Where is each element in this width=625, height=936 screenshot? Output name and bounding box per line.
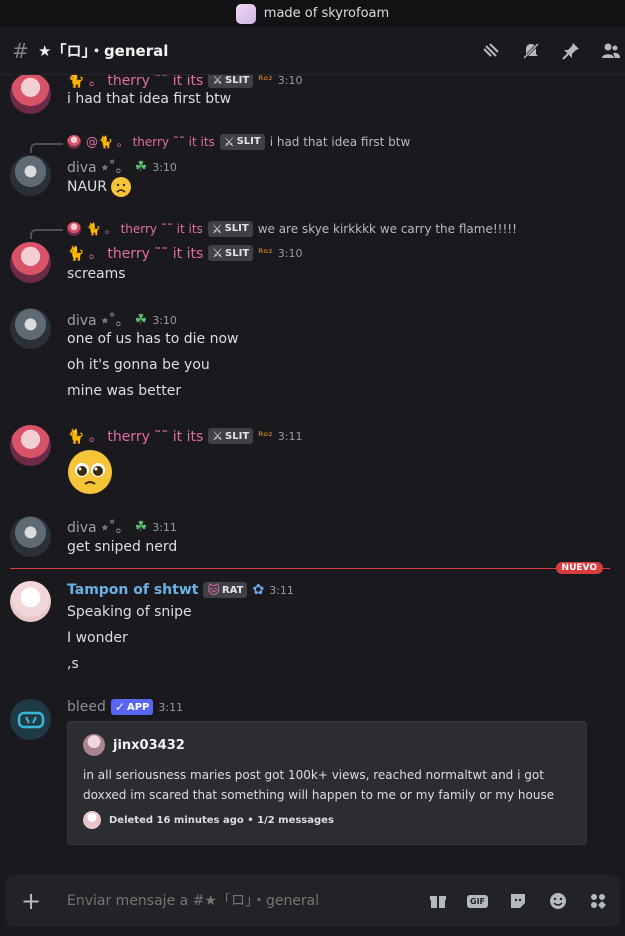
user-avatar[interactable] — [10, 308, 51, 349]
reply-connector — [30, 229, 63, 239]
gif-icon[interactable]: GIF — [467, 891, 489, 912]
app-tag: ✓ APP — [110, 699, 154, 715]
username[interactable]: bleed — [67, 699, 106, 715]
new-messages-label: NUEVO — [555, 562, 603, 574]
reply-avatar — [67, 221, 81, 236]
message-text: I wonder — [67, 630, 128, 646]
message-text: i had that idea first btw — [67, 91, 232, 107]
user-avatar[interactable] — [10, 699, 51, 740]
username[interactable]: Tampon of shtwt — [67, 582, 198, 598]
reply-preview[interactable]: @🐈 。 therry ˜˜ it its ⚔ SLIT i had that i… — [67, 133, 410, 150]
user-avatar[interactable] — [10, 155, 51, 196]
frowning-emoji-icon — [111, 177, 132, 197]
pin-icon[interactable] — [561, 41, 581, 61]
server-icon — [235, 3, 256, 24]
emoji-icon[interactable] — [547, 891, 568, 912]
username[interactable]: 🐈 。 therry ˜˜ it its — [67, 243, 203, 263]
channel-header: # ★「ロ」・general — [0, 27, 625, 75]
message-text: one of us has to die now — [67, 331, 239, 347]
timestamp: 3:10 — [277, 246, 303, 260]
pleading-face-emoji-icon — [67, 449, 113, 499]
role-tag: ⚔ SLIT — [208, 75, 254, 88]
window-titlebar: made of skyrofoam — [0, 0, 625, 27]
add-attachment-button[interactable]: + — [11, 887, 51, 915]
message-list[interactable]: 🐈 。 therry ˜˜ it its ⚔ SLIT ᴿᵒᶻ 3:10 i ha… — [0, 75, 625, 872]
timestamp: 3:10 — [277, 75, 303, 87]
reply-connector — [30, 143, 63, 153]
username-suffix: ᴿᵒᶻ — [258, 246, 273, 260]
role-tag: 🐱 RAT — [203, 582, 248, 598]
message-text: NAUR — [67, 179, 108, 195]
timestamp: 3:11 — [158, 700, 184, 714]
username[interactable]: diva ⭒˚。 — [67, 517, 130, 537]
timestamp: 3:10 — [152, 313, 177, 327]
message-embed: jinx03432 in all seriousness maries post… — [67, 721, 587, 845]
role-tag: ⚔ SLIT — [208, 245, 254, 261]
reply-mention: 🐈 。 therry ˜˜ it its — [86, 222, 203, 236]
reply-avatar — [67, 134, 81, 149]
username[interactable]: 🐈 。 therry ˜˜ it its — [67, 426, 203, 446]
role-tag: ⚔ SLIT — [208, 428, 254, 444]
apps-icon[interactable] — [587, 891, 608, 912]
user-avatar[interactable] — [10, 516, 51, 557]
text-channel-icon: # — [12, 38, 29, 63]
clover-badge-icon: ☘ — [134, 312, 148, 328]
message-text: oh it's gonna be you — [67, 357, 210, 373]
username[interactable]: diva ⭒˚。 — [67, 157, 130, 177]
reply-mention: @🐈 。 therry ˜˜ it its — [86, 135, 215, 149]
mute-icon[interactable] — [521, 41, 541, 61]
embed-description: in all seriousness maries post got 100k+… — [83, 768, 555, 802]
sticker-icon[interactable] — [507, 891, 528, 912]
username-suffix: ᴿᵒᶻ — [258, 429, 273, 443]
timestamp: 3:11 — [152, 520, 177, 534]
gift-icon[interactable] — [427, 891, 448, 912]
clover-badge-icon: ☘ — [134, 519, 148, 535]
username[interactable]: diva ⭒˚。 — [67, 310, 130, 330]
embed-author-avatar — [83, 734, 105, 756]
new-messages-divider — [10, 568, 610, 569]
channel-title: ★「ロ」・general — [38, 42, 169, 60]
user-avatar[interactable] — [10, 75, 51, 114]
timestamp: 3:11 — [269, 583, 294, 597]
reply-text: we are skye kirkkkk we carry the flame!!… — [257, 221, 517, 236]
message-text: get sniped nerd — [67, 539, 178, 555]
embed-author-name[interactable]: jinx03432 — [113, 738, 185, 753]
reply-text: i had that idea first btw — [269, 134, 411, 149]
flower-badge-icon: ✿ — [252, 582, 265, 598]
user-avatar[interactable] — [10, 242, 51, 283]
server-name: made of skyrofoam — [263, 6, 390, 21]
threads-icon[interactable] — [481, 41, 501, 61]
username[interactable]: 🐈 。 therry ˜˜ it its — [67, 75, 203, 90]
members-icon[interactable] — [601, 41, 621, 61]
reply-preview[interactable]: 🐈 。 therry ˜˜ it its ⚔ SLIT we are skye k… — [67, 220, 517, 237]
message-text: mine was better — [67, 383, 182, 399]
username-suffix: ᴿᵒᶻ — [258, 75, 273, 87]
message-text: ,s — [67, 656, 79, 672]
message-composer: + GIF — [6, 875, 620, 927]
header-toolbar — [481, 27, 625, 75]
message-text: Speaking of snipe — [67, 604, 192, 620]
timestamp: 3:11 — [277, 429, 303, 443]
message-text: screams — [67, 266, 126, 282]
message-input[interactable] — [67, 893, 327, 909]
user-avatar[interactable] — [10, 425, 51, 466]
user-avatar[interactable] — [10, 581, 51, 622]
timestamp: 3:10 — [152, 160, 177, 174]
clover-badge-icon: ☘ — [134, 159, 148, 175]
embed-footer-avatar — [83, 811, 101, 829]
role-tag: ⚔ SLIT — [207, 220, 253, 237]
role-tag: ⚔ SLIT — [219, 133, 265, 150]
embed-footer-text: Deleted 16 minutes ago • 1/2 messages — [109, 814, 334, 826]
